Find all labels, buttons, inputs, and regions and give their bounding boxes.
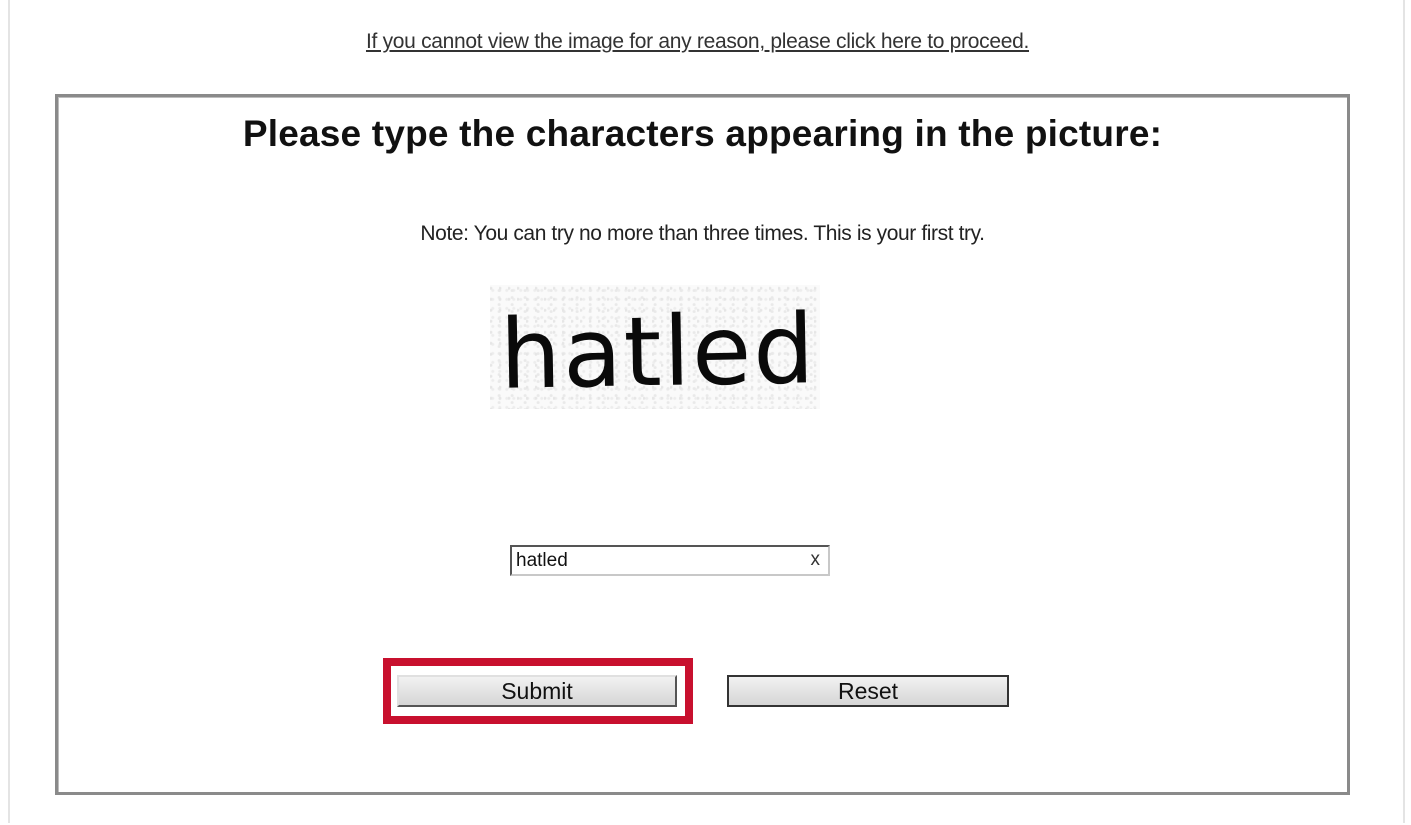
captcha-input[interactable] — [514, 548, 798, 573]
captcha-heading: Please type the characters appearing in … — [242, 113, 1163, 154]
captcha-image-text: hatled — [499, 293, 817, 409]
captcha-image: hatled — [490, 285, 820, 409]
proceed-link[interactable]: If you cannot view the image for any rea… — [0, 30, 1395, 54]
attempt-note: Note: You can try no more than three tim… — [420, 222, 985, 245]
submit-button[interactable]: Submit — [397, 675, 677, 707]
clear-input-icon[interactable]: x — [811, 549, 821, 571]
reset-button[interactable]: Reset — [727, 675, 1009, 707]
captcha-input-field[interactable]: x — [510, 545, 830, 576]
captcha-panel: Please type the characters appearing in … — [55, 94, 1350, 795]
captcha-page: If you cannot view the image for any rea… — [0, 0, 1411, 825]
